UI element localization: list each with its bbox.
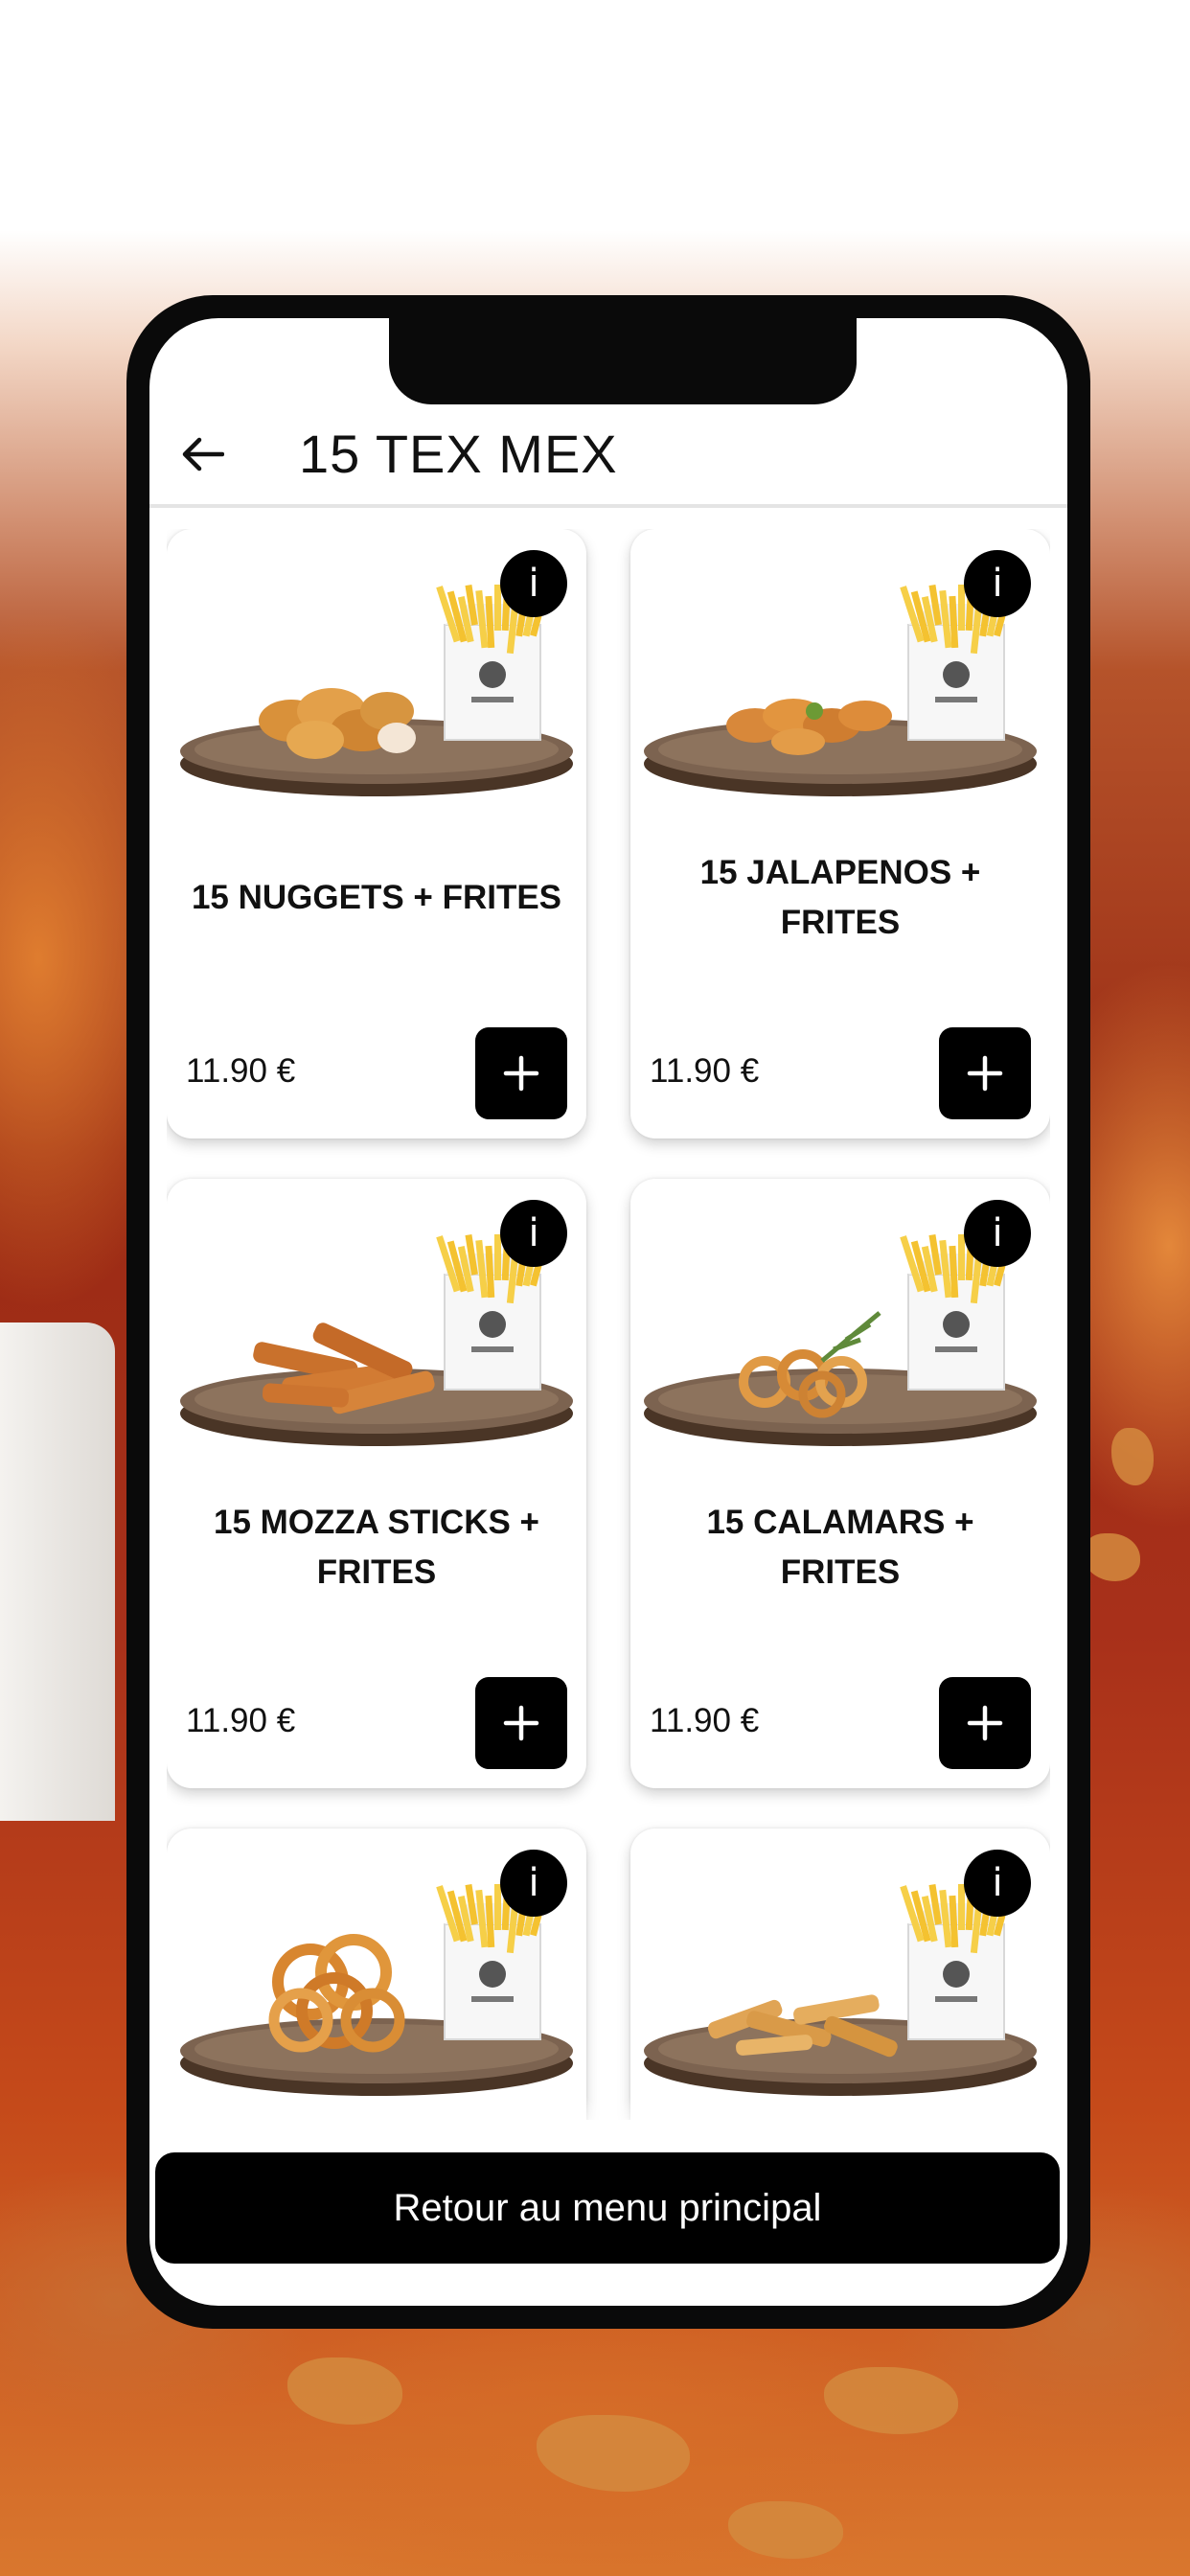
page-title: 15 TEX MEX [299,424,618,484]
plus-icon [967,1055,1003,1092]
product-card[interactable]: i 15 MOZZA STICKS + FRITES 11.90 € [167,1179,586,1788]
product-name: 15 JALAPENOS + FRITES [699,854,981,941]
info-icon[interactable]: i [964,1200,1031,1267]
plus-icon [503,1055,539,1092]
product-price: 11.90 € [650,1052,760,1090]
info-icon[interactable]: i [500,1200,567,1267]
product-price: 11.90 € [186,1702,296,1739]
phone-frame: 15 TEX MEX i 15 NUGGETS + FRITES 11.90 € [126,295,1090,2329]
add-to-cart-button[interactable] [475,1677,567,1769]
top-bar: 15 TEX MEX [149,404,1067,508]
arrow-left-icon[interactable] [176,427,230,481]
add-to-cart-button[interactable] [939,1027,1031,1119]
product-card[interactable]: i 15 NUGGETS + FRITES 11.90 € [167,529,586,1138]
add-to-cart-button[interactable] [475,1027,567,1119]
product-card[interactable]: i 15 JALAPENOS + FRITES 11.90 € [630,529,1050,1138]
info-icon[interactable]: i [964,1850,1031,1917]
info-icon[interactable]: i [500,1850,567,1917]
info-icon[interactable]: i [964,550,1031,617]
back-to-menu-button[interactable]: Retour au menu principal [155,2152,1060,2264]
product-grid[interactable]: i 15 NUGGETS + FRITES 11.90 € i 15 JALAPENO… [167,529,1050,2120]
product-name: 15 MOZZA STICKS + FRITES [213,1504,539,1591]
list-fade [149,2097,1067,2135]
app-screen: 15 TEX MEX i 15 NUGGETS + FRITES 11.90 € [149,318,1067,2306]
product-card[interactable]: i [167,1828,586,2120]
product-name: 15 CALAMARS + FRITES [706,1504,974,1591]
info-icon[interactable]: i [500,550,567,617]
product-card[interactable]: i 15 CALAMARS + FRITES 11.90 € [630,1179,1050,1788]
phone-notch [389,318,857,404]
plus-icon [503,1705,539,1741]
product-card[interactable]: i [630,1828,1050,2120]
fries-bucket-decoration [0,1322,115,1821]
add-to-cart-button[interactable] [939,1677,1031,1769]
product-price: 11.90 € [650,1702,760,1739]
plus-icon [967,1705,1003,1741]
product-name: 15 NUGGETS + FRITES [191,879,562,916]
product-price: 11.90 € [186,1052,296,1090]
